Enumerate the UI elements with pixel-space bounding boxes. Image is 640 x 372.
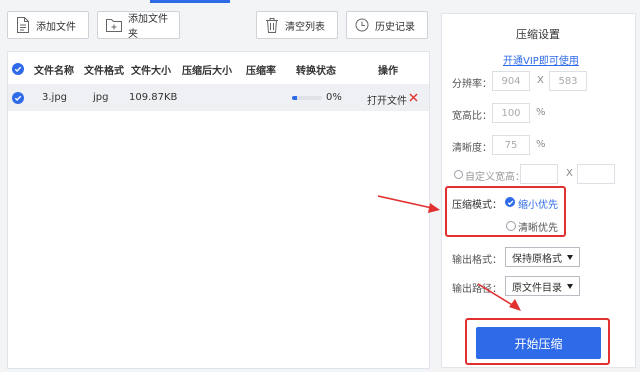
- annotation-arrow-mode-head: [428, 203, 440, 213]
- annotation-arrow-start-head: [509, 299, 521, 311]
- annotation-arrow-start: [477, 283, 515, 307]
- annotation-arrows: [377, 195, 521, 311]
- annotation-arrow-mode: [377, 195, 433, 209]
